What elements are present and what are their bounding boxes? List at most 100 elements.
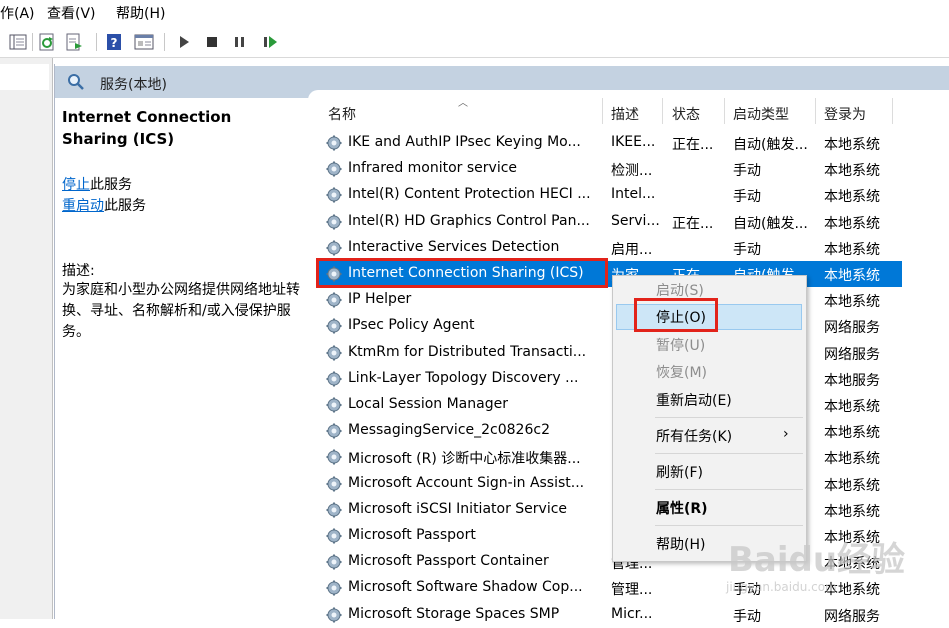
service-name: Interactive Services Detection <box>348 238 560 255</box>
service-name: Intel(R) Content Protection HECI ... <box>348 186 591 203</box>
service-logon-as: 本地系统 <box>824 163 880 180</box>
service-logon-as: 本地系统 <box>824 451 880 468</box>
service-row[interactable]: IKE and AuthIP IPsec Keying Mo... IKEE...… <box>322 130 902 156</box>
menu-item-pause: 暂停(U) <box>656 338 706 354</box>
service-gear-icon <box>322 602 346 628</box>
menu-action[interactable]: 作(A) <box>0 3 35 23</box>
menu-item-start: 启动(S) <box>656 283 704 299</box>
service-status: 正在... <box>672 215 714 232</box>
stop-action: 停止此服务 <box>62 174 132 194</box>
service-row[interactable]: Infrared monitor service 检测... 手动 本地系统 <box>322 156 902 182</box>
service-gear-icon <box>322 209 346 235</box>
service-gear-icon <box>322 235 346 261</box>
service-row[interactable]: Intel(R) Content Protection HECI ... Inte… <box>322 182 902 208</box>
menu-item-resume: 恢复(M) <box>656 365 708 381</box>
tree-selection-strip[interactable] <box>0 64 49 90</box>
service-startup-type: 自动(触发... <box>733 137 808 153</box>
restart-suffix: 此服务 <box>104 198 146 214</box>
service-name: IPsec Policy Agent <box>348 317 475 334</box>
service-logon-as: 网络服务 <box>824 346 880 363</box>
service-gear-icon <box>322 418 346 444</box>
service-name: Microsoft Passport <box>348 527 476 543</box>
svg-text:?: ? <box>111 36 118 50</box>
service-gear-icon <box>322 130 346 156</box>
show-hide-console-icon[interactable] <box>8 32 28 52</box>
restart-service-link[interactable]: 重启动 <box>62 198 104 214</box>
service-logon-as: 网络服务 <box>824 320 880 337</box>
service-row[interactable]: Microsoft Storage Spaces SMP Micr... 手动 网络服… <box>322 602 902 628</box>
stop-service-link[interactable]: 停止 <box>62 177 90 193</box>
refresh-icon[interactable] <box>37 32 57 52</box>
service-gear-icon <box>322 182 346 208</box>
service-row[interactable]: Intel(R) HD Graphics Control Pan... Servi… <box>322 209 902 235</box>
menu-item-restart[interactable]: 重新启动(E) <box>656 390 732 410</box>
menu-item-all-tasks[interactable]: 所有任务(K) <box>656 426 732 446</box>
selected-service-highlight <box>316 258 608 288</box>
menu-help[interactable]: 帮助(H) <box>116 3 165 23</box>
service-gear-icon <box>322 575 346 601</box>
service-description: Servi... <box>611 212 660 229</box>
service-logon-as: 本地系统 <box>824 189 880 206</box>
service-description: IKEE... <box>611 134 656 150</box>
watermark-url: jingyan.baidu.com <box>726 580 837 594</box>
service-title: Internet Connection Sharing (ICS) <box>62 108 232 148</box>
service-name: Microsoft Passport Container <box>348 553 549 570</box>
service-name: Microsoft Software Shadow Cop... <box>348 579 583 596</box>
help-icon[interactable]: ? <box>104 32 124 52</box>
service-description: 启用... <box>611 241 653 258</box>
service-gear-icon <box>322 497 346 523</box>
menu-item-properties[interactable]: 属性(R) <box>656 498 708 518</box>
menu-bar: 作(A) 查看(V) 帮助(H) <box>0 0 949 26</box>
menu-view[interactable]: 查看(V) <box>47 3 96 23</box>
service-gear-icon <box>322 340 346 366</box>
service-logon-as: 本地系统 <box>824 137 880 153</box>
service-name: Infrared monitor service <box>348 160 518 177</box>
service-logon-as: 本地系统 <box>824 399 880 415</box>
restart-service-icon[interactable] <box>260 32 280 52</box>
export-list-icon[interactable] <box>64 32 84 52</box>
service-gear-icon <box>322 287 346 313</box>
submenu-arrow-icon: › <box>783 426 789 442</box>
service-startup-type: 自动(触发... <box>733 215 808 232</box>
description-panel: Internet Connection Sharing (ICS) 停止此服务 … <box>55 98 307 619</box>
service-description: Micr... <box>611 605 653 622</box>
service-name: KtmRm for Distributed Transacti... <box>348 343 587 360</box>
column-header-description[interactable]: 描述 <box>611 104 639 124</box>
start-service-icon[interactable] <box>174 32 194 52</box>
column-header-startup-type[interactable]: 启动类型 <box>733 104 789 124</box>
properties-icon[interactable] <box>134 32 154 52</box>
service-row[interactable]: Interactive Services Detection 启用... 手动 本地系… <box>322 235 902 261</box>
description-label: 描述: <box>62 263 95 279</box>
service-name: Link-Layer Topology Discovery ... <box>348 369 579 386</box>
service-description: Intel... <box>611 186 656 203</box>
menu-item-refresh[interactable]: 刷新(F) <box>656 462 703 482</box>
column-header-logon-as[interactable]: 登录为 <box>824 104 866 124</box>
watermark-logo: Baidu经验 <box>728 540 906 580</box>
stop-item-highlight <box>634 298 718 332</box>
sort-ascending-icon: ︿ <box>458 98 468 109</box>
service-name: Microsoft iSCSI Initiator Service <box>348 500 568 517</box>
service-gear-icon <box>322 549 346 575</box>
column-header-name[interactable]: 名称 <box>328 104 356 124</box>
service-logon-as: 本地服务 <box>824 372 880 389</box>
console-tree <box>0 58 53 619</box>
service-startup-type: 手动 <box>733 608 761 625</box>
service-logon-as: 本地系统 <box>824 425 880 442</box>
menu-item-help[interactable]: 帮助(H) <box>656 534 705 554</box>
service-name: IP Helper <box>348 291 412 308</box>
service-description: 管理... <box>611 582 653 599</box>
service-name: Intel(R) HD Graphics Control Pan... <box>348 212 590 229</box>
description-text: 为家庭和小型办公网络提供网络地址转换、寻址、名称解析和/或入侵保护服务。 <box>62 282 300 340</box>
service-gear-icon <box>322 313 346 339</box>
service-status: 正在... <box>672 137 714 153</box>
column-header-status[interactable]: 状态 <box>672 104 700 124</box>
service-gear-icon <box>322 392 346 418</box>
service-gear-icon <box>322 444 346 470</box>
service-logon-as: 本地系统 <box>824 215 880 232</box>
service-logon-as: 本地系统 <box>824 294 880 311</box>
toolbar: ? <box>0 27 949 58</box>
stop-service-icon[interactable] <box>202 32 222 52</box>
pause-service-icon[interactable] <box>230 32 250 52</box>
service-name: MessagingService_2c0826c2 <box>348 422 550 439</box>
service-logon-as: 本地系统 <box>824 477 880 494</box>
